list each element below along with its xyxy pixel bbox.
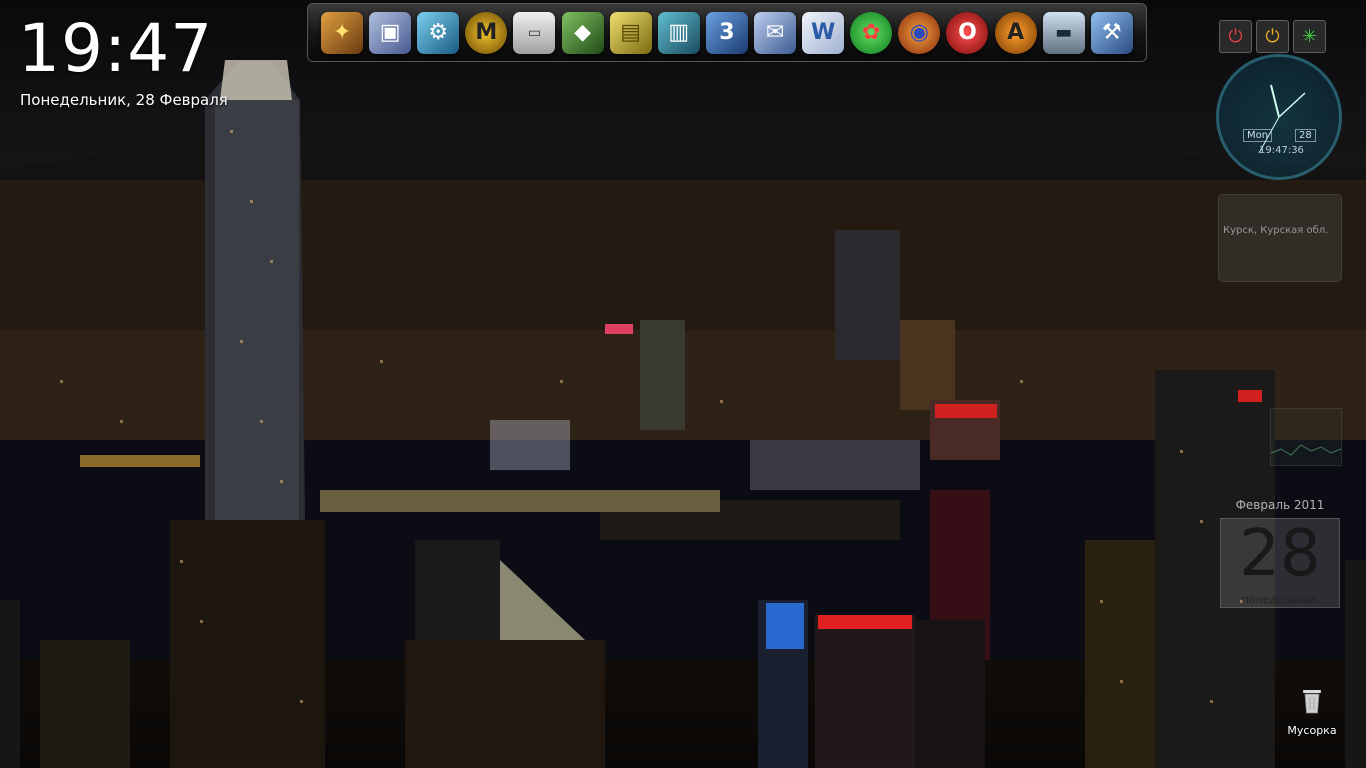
network-tool-icon[interactable]: ⚙	[417, 11, 460, 54]
clock-hands	[1258, 84, 1306, 154]
desktop-wallpaper	[0, 60, 1366, 768]
dock-bar: ✦ ▣ ⚙ M ▭ ◆ ▤ ▥ 3 ✉ W ✿ ◉ O A ▬ ⚒	[307, 3, 1147, 62]
calendar-weekday: понедельник	[1241, 593, 1319, 606]
weather-city: Курск, Курская обл.	[1223, 225, 1329, 236]
trash-icon	[1303, 690, 1321, 714]
folder-icon[interactable]: ▤	[609, 11, 652, 54]
aimp-icon[interactable]: A	[994, 11, 1037, 54]
word-icon[interactable]: W	[802, 11, 845, 54]
calendar-widget[interactable]: Февраль 2011 28 понедельник	[1220, 498, 1340, 610]
tools-icon[interactable]: ⚒	[1090, 11, 1133, 54]
desktop-clock-time: 19:47	[18, 10, 214, 87]
laptop-icon[interactable]: ▬	[1042, 11, 1085, 54]
calendar-day: 28	[1239, 517, 1321, 591]
analog-clock-widget[interactable]: Mon 28 19:47:36	[1216, 54, 1342, 180]
calendar-card: 28 понедельник	[1220, 518, 1340, 608]
image-viewer-icon[interactable]: ▣	[369, 11, 412, 54]
clock-digital-time: 19:47:36	[1259, 145, 1304, 156]
psp-icon[interactable]: ▭	[513, 11, 556, 54]
power-icon[interactable]: ⏻	[1219, 20, 1252, 53]
clock-day: Mon	[1243, 129, 1273, 142]
trash-label: Мусорка	[1287, 724, 1337, 737]
calendar-month: Февраль 2011	[1235, 498, 1325, 512]
trash-desktop-item[interactable]: Мусорка	[1282, 688, 1342, 737]
icq-icon[interactable]: ✿	[850, 11, 893, 54]
system-buttons: ⏻ ⏻ ✳	[1219, 20, 1326, 53]
mail-icon[interactable]: ✉	[754, 11, 797, 54]
cpu-graph-line	[1270, 444, 1342, 456]
firefox-icon[interactable]: ◉	[898, 11, 941, 54]
settings-icon[interactable]: ✳	[1293, 20, 1326, 53]
weather-widget[interactable]: Курск, Курская обл.	[1218, 194, 1342, 282]
cpu-graph-widget	[1270, 408, 1342, 466]
standby-icon[interactable]: ⏻	[1256, 20, 1289, 53]
desktop-clock-date: Понедельник, 28 Февраля	[20, 91, 228, 109]
clock-day-number: 28	[1295, 129, 1316, 142]
media-app-icon[interactable]: ◆	[561, 11, 604, 54]
app-icon[interactable]: ✦	[321, 11, 364, 54]
archive-icon[interactable]: ▥	[657, 11, 700, 54]
motorola-icon[interactable]: M	[465, 11, 508, 54]
opera-icon[interactable]: O	[946, 11, 989, 54]
3d-app-icon[interactable]: 3	[705, 11, 748, 54]
